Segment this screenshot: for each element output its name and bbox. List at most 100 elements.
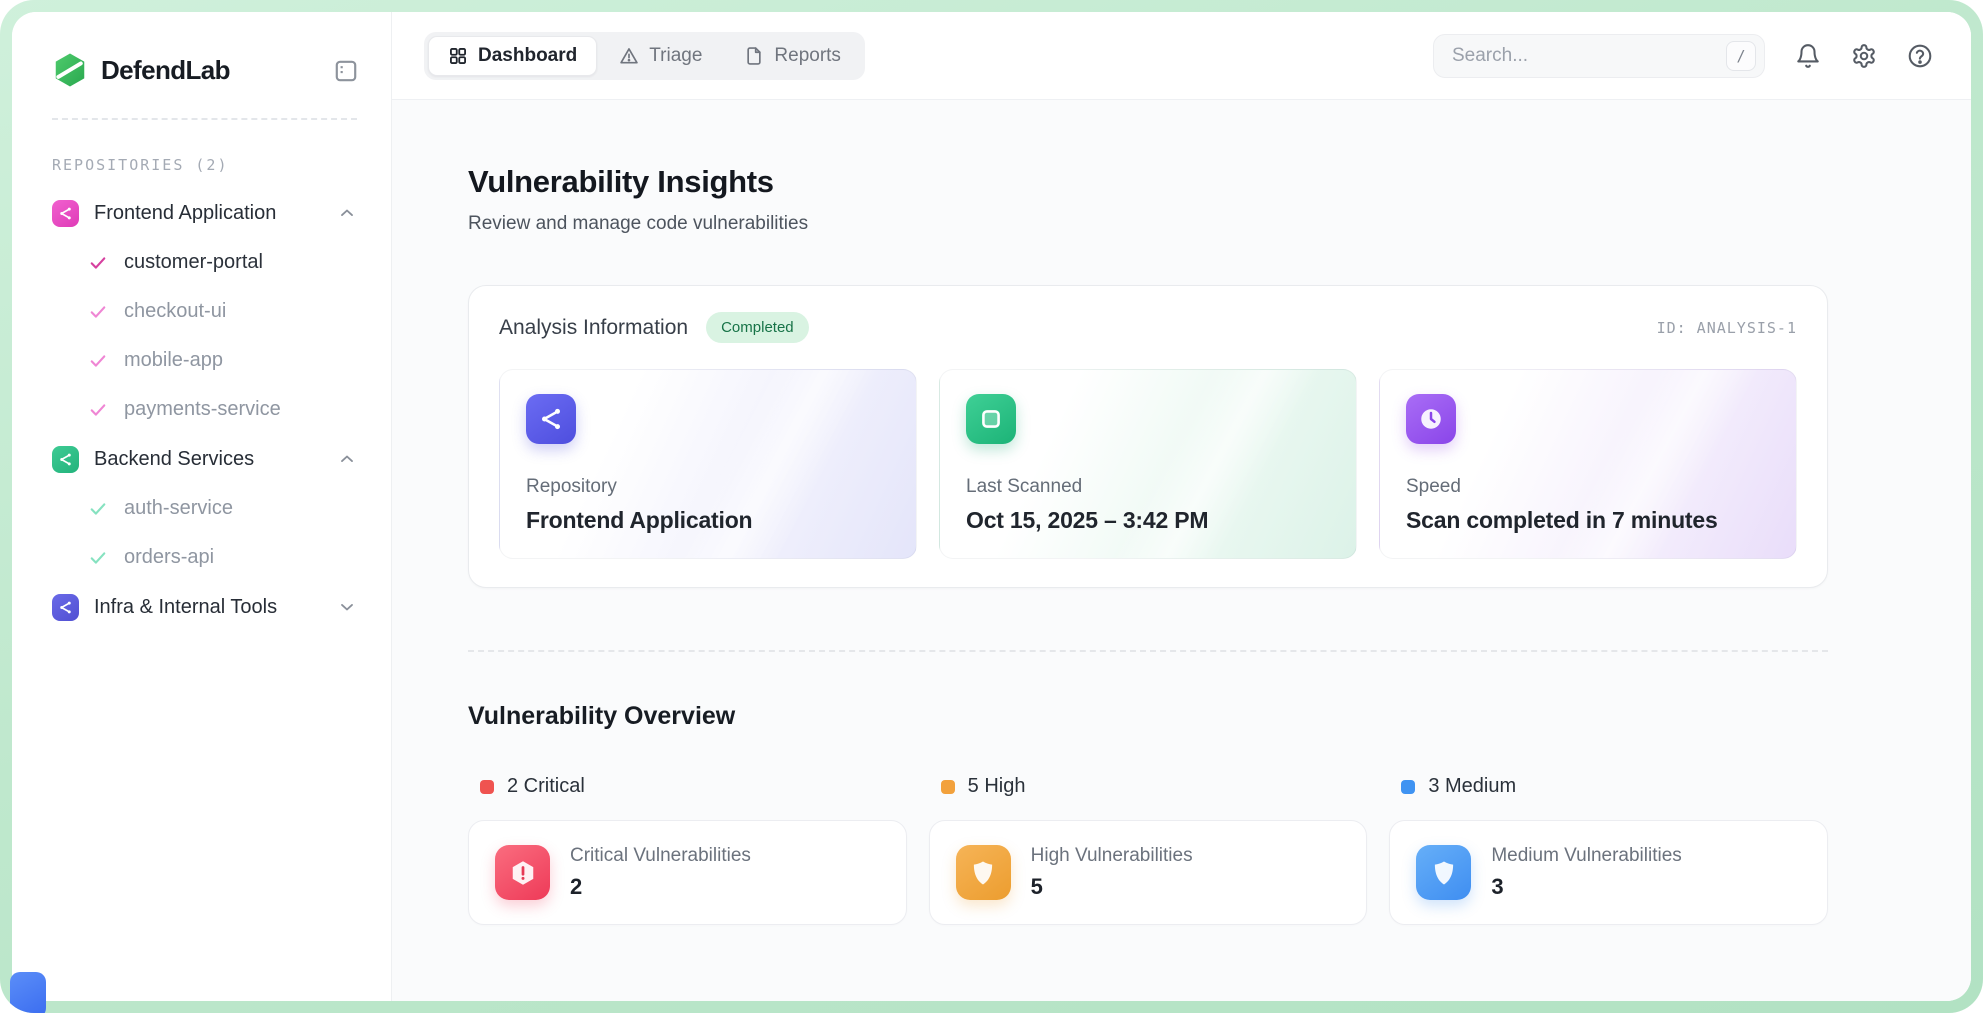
sidebar: DefendLab REPOSITORIES (2) Fronten [12,12,392,1001]
page-subtitle: Review and manage code vulnerabilities [468,213,1828,235]
calendar-frame-icon [966,394,1016,444]
search-box[interactable]: / [1433,34,1765,78]
severity-legend: 2 Critical 5 High 3 Medium [468,775,1828,798]
vuln-label: Critical Vulnerabilities [570,845,751,867]
status-badge: Completed [706,312,809,343]
repo-item-customer-portal[interactable]: customer-portal [52,238,357,287]
tab-label: Triage [649,45,702,67]
repo-item-label: auth-service [124,497,233,520]
info-label: Speed [1406,476,1770,498]
chevron-up-icon[interactable] [337,203,357,223]
info-card-repository: Repository Frontend Application [499,369,917,559]
vuln-value: 2 [570,874,751,900]
sidebar-collapse-icon[interactable] [333,58,359,84]
main-area: Dashboard Triage Reports [392,12,1971,1001]
shield-icon [1416,845,1471,900]
chevron-up-icon[interactable] [337,449,357,469]
high-vulnerabilities-card: High Vulnerabilities 5 [929,820,1368,925]
repo-item-label: payments-service [124,398,281,421]
sidebar-divider [52,118,357,120]
repo-item-checkout-ui[interactable]: checkout-ui [52,287,357,336]
analysis-information-card: Analysis Information Completed ID: ANALY… [468,285,1828,588]
grid-icon [448,46,468,66]
logo: DefendLab [52,52,357,88]
check-icon [88,499,108,519]
shield-icon [956,845,1011,900]
app-title: DefendLab [101,55,230,86]
page-title: Vulnerability Insights [468,164,1828,200]
section-divider [468,650,1828,652]
vuln-label: Medium Vulnerabilities [1491,845,1681,867]
critical-vulnerabilities-card: Critical Vulnerabilities 2 [468,820,907,925]
file-icon [744,46,764,66]
group-infra-internal-tools[interactable]: Infra & Internal Tools [52,582,357,632]
info-card-speed: Speed Scan completed in 7 minutes [1379,369,1797,559]
vulnerability-cards: Critical Vulnerabilities 2 Hi [468,820,1828,925]
vuln-label: High Vulnerabilities [1031,845,1193,867]
check-icon [88,253,108,273]
group-label: Frontend Application [94,202,276,225]
legend-label: 3 Medium [1428,775,1516,798]
topbar-actions: / [1433,34,1933,78]
medium-vulnerabilities-card: Medium Vulnerabilities 3 [1389,820,1828,925]
app-frame: DefendLab REPOSITORIES (2) Fronten [0,0,1983,1013]
share-nodes-icon [52,200,79,227]
help-icon[interactable] [1907,43,1933,69]
info-value: Scan completed in 7 minutes [1406,507,1770,534]
info-label: Repository [526,476,890,498]
repo-item-payments-service[interactable]: payments-service [52,385,357,434]
repo-item-label: checkout-ui [124,300,226,323]
vuln-value: 3 [1491,874,1681,900]
info-card-last-scanned: Last Scanned Oct 15, 2025 – 3:42 PM [939,369,1357,559]
overview-title: Vulnerability Overview [468,702,1828,731]
legend-medium: 3 Medium [1389,775,1828,798]
tab-bar: Dashboard Triage Reports [424,32,865,80]
repository-tree: Frontend Application customer-portal che… [52,188,357,632]
clock-icon [1406,394,1456,444]
legend-high: 5 High [929,775,1368,798]
critical-dot [480,780,494,794]
legend-critical: 2 Critical [468,775,907,798]
repo-item-label: mobile-app [124,349,223,372]
hexagon-alert-icon [495,845,550,900]
share-nodes-icon [52,446,79,473]
info-value: Oct 15, 2025 – 3:42 PM [966,507,1330,534]
tab-label: Reports [774,45,841,67]
gear-icon[interactable] [1851,43,1877,69]
legend-label: 2 Critical [507,775,585,798]
repo-item-label: customer-portal [124,251,263,274]
info-value: Frontend Application [526,507,890,534]
bell-icon[interactable] [1795,43,1821,69]
repo-item-orders-api[interactable]: orders-api [52,533,357,582]
repo-item-label: orders-api [124,546,214,569]
repo-item-mobile-app[interactable]: mobile-app [52,336,357,385]
search-input[interactable] [1452,45,1726,67]
group-label: Backend Services [94,448,254,471]
chevron-down-icon[interactable] [337,597,357,617]
repositories-section-label: REPOSITORIES (2) [52,156,357,174]
check-icon [88,302,108,322]
medium-dot [1401,780,1415,794]
high-dot [941,780,955,794]
tab-triage[interactable]: Triage [599,36,722,76]
tab-dashboard[interactable]: Dashboard [428,36,597,76]
share-nodes-icon [526,394,576,444]
analysis-title: Analysis Information [499,316,688,340]
check-icon [88,548,108,568]
check-icon [88,400,108,420]
defendlab-logo-icon [52,52,88,88]
share-nodes-icon [52,594,79,621]
search-shortcut-badge: / [1726,41,1756,71]
tab-label: Dashboard [478,45,577,67]
group-backend-services[interactable]: Backend Services [52,434,357,484]
page-content: Vulnerability Insights Review and manage… [392,100,1971,1001]
topbar: Dashboard Triage Reports [392,12,1971,100]
legend-label: 5 High [968,775,1026,798]
triangle-alert-icon [619,46,639,66]
info-label: Last Scanned [966,476,1330,498]
repo-item-auth-service[interactable]: auth-service [52,484,357,533]
vuln-value: 5 [1031,874,1193,900]
tab-reports[interactable]: Reports [724,36,861,76]
check-icon [88,351,108,371]
group-frontend-application[interactable]: Frontend Application [52,188,357,238]
